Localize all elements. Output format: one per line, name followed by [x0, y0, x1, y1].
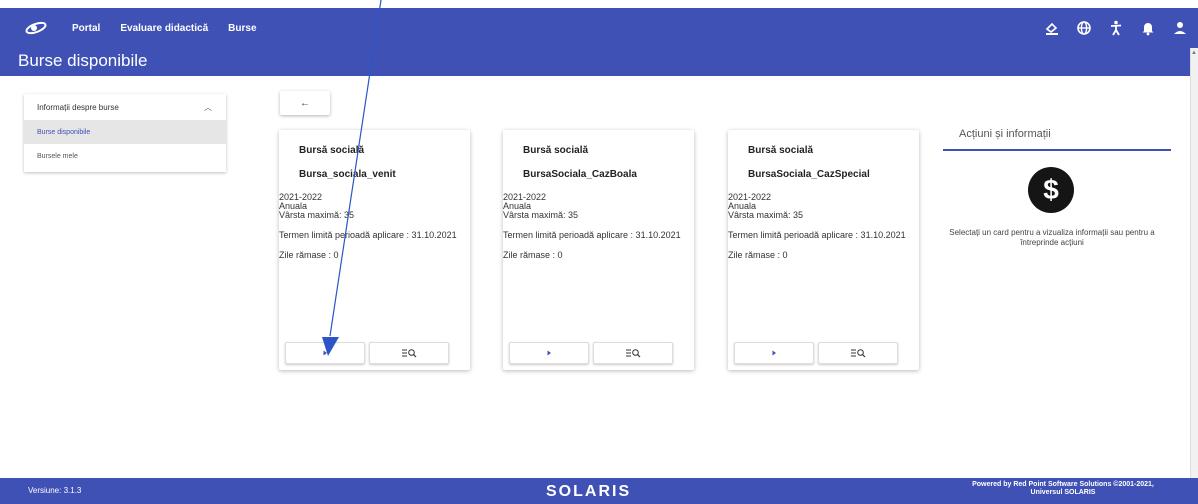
solaris-logo-icon[interactable] [24, 20, 48, 36]
apply-button[interactable] [509, 342, 589, 364]
details-search-icon [626, 349, 641, 358]
view-details-button[interactable] [593, 342, 673, 364]
card-type: Bursă socială [748, 145, 814, 156]
dollar-icon: $ [1028, 167, 1074, 213]
card-deadline: Termen limită perioadă aplicare : 31.10.… [279, 230, 457, 240]
sidebar-header[interactable]: Informații despre burse ︿ [24, 94, 226, 120]
card-days-left: Zile rămase : 0 [279, 250, 339, 260]
play-icon [772, 350, 776, 356]
sidebar-header-label: Informații despre burse [37, 102, 119, 112]
card-year: 2021-2022 [279, 192, 323, 202]
scholarship-card-1[interactable]: Bursă socială Bursa_sociala_venit 2021-2… [279, 130, 470, 370]
card-max-age: Vârsta maximă: 35 [728, 210, 804, 220]
card-deadline: Termen limită perioadă aplicare : 31.10.… [503, 230, 681, 240]
info-panel-title: Acțiuni și informații [959, 128, 1051, 140]
apply-button[interactable] [285, 342, 365, 364]
card-deadline: Termen limită perioadă aplicare : 31.10.… [728, 230, 906, 240]
sidebar-item-burse-disponibile[interactable]: Burse disponibile [24, 120, 226, 144]
info-panel-divider [943, 149, 1171, 151]
bell-icon[interactable] [1140, 20, 1156, 36]
nav-item-evaluare-didactica[interactable]: Evaluare didactică [120, 23, 208, 34]
play-icon [547, 350, 551, 356]
version-label: Versiune: 3.1.3 [28, 486, 82, 495]
card-max-age: Vârsta maximă: 35 [279, 210, 355, 220]
sidebar-item-bursele-mele[interactable]: Bursele mele [24, 144, 226, 168]
page-title: Burse disponibile [18, 51, 148, 70]
card-days-left: Zile rămase : 0 [503, 250, 563, 260]
footer-brand-logo: SOLARIS [546, 483, 632, 500]
accessibility-person-icon[interactable] [1108, 20, 1124, 36]
card-name: BursaSociala_CazBoala [523, 169, 637, 180]
card-year: 2021-2022 [503, 192, 547, 202]
card-days-left: Zile rămase : 0 [728, 250, 788, 260]
card-name: BursaSociala_CazSpecial [748, 169, 870, 180]
card-name: Bursa_sociala_venit [299, 169, 396, 180]
info-panel: Acțiuni și informații $ Selectați un car… [943, 120, 1171, 290]
globe-icon[interactable] [1076, 20, 1092, 36]
card-type: Bursă socială [299, 145, 365, 156]
nav-item-burse[interactable]: Burse [228, 23, 256, 34]
card-details: 2021-2022 Anuala Vârsta maximă: 35 Terme… [728, 192, 919, 261]
chevron-up-icon[interactable]: ︿ [204, 102, 212, 113]
view-details-button[interactable] [369, 342, 449, 364]
info-panel-text: Selectați un card pentru a vizualiza inf… [949, 228, 1155, 247]
sidebar: Informații despre burse ︿ Burse disponib… [24, 94, 226, 172]
page-title-bar: Burse disponibile [0, 48, 1190, 76]
user-icon[interactable] [1172, 20, 1188, 36]
details-search-icon [402, 349, 417, 358]
sidebar-item-label: Bursele mele [37, 152, 78, 160]
scroll-up-arrow-icon[interactable]: ▲ [1191, 50, 1197, 56]
footer: Versiune: 3.1.3 SOLARIS Powered by Red P… [0, 478, 1198, 504]
powered-by-line-1: Powered by Red Point Software Solutions … [972, 481, 1154, 488]
scholarship-card-3[interactable]: Bursă socială BursaSociala_CazSpecial 20… [728, 130, 919, 370]
top-strip [0, 0, 1198, 8]
sidebar-item-label: Burse disponibile [37, 128, 91, 136]
back-button[interactable]: ← [280, 91, 330, 115]
card-type: Bursă socială [523, 145, 589, 156]
scrollbar[interactable]: ▲ [1190, 48, 1198, 478]
apply-button[interactable] [734, 342, 814, 364]
card-year: 2021-2022 [728, 192, 772, 202]
powered-by-line-2: Universul SOLARIS [1030, 489, 1096, 496]
view-details-button[interactable] [818, 342, 898, 364]
card-details: 2021-2022 Anuala Vârsta maximă: 35 Terme… [503, 192, 694, 261]
top-navbar: Portal Evaluare didactică Burse [0, 8, 1198, 48]
details-search-icon [851, 349, 866, 358]
card-details: 2021-2022 Anuala Vârsta maximă: 35 Terme… [279, 192, 470, 261]
accessibility-color-icon[interactable] [1044, 20, 1060, 36]
card-max-age: Vârsta maximă: 35 [503, 210, 579, 220]
powered-by-text: Powered by Red Point Software Solutions … [928, 481, 1198, 497]
play-icon [323, 350, 327, 356]
scholarship-card-2[interactable]: Bursă socială BursaSociala_CazBoala 2021… [503, 130, 694, 370]
nav-item-portal[interactable]: Portal [72, 23, 100, 34]
arrow-left-icon: ← [300, 97, 310, 109]
